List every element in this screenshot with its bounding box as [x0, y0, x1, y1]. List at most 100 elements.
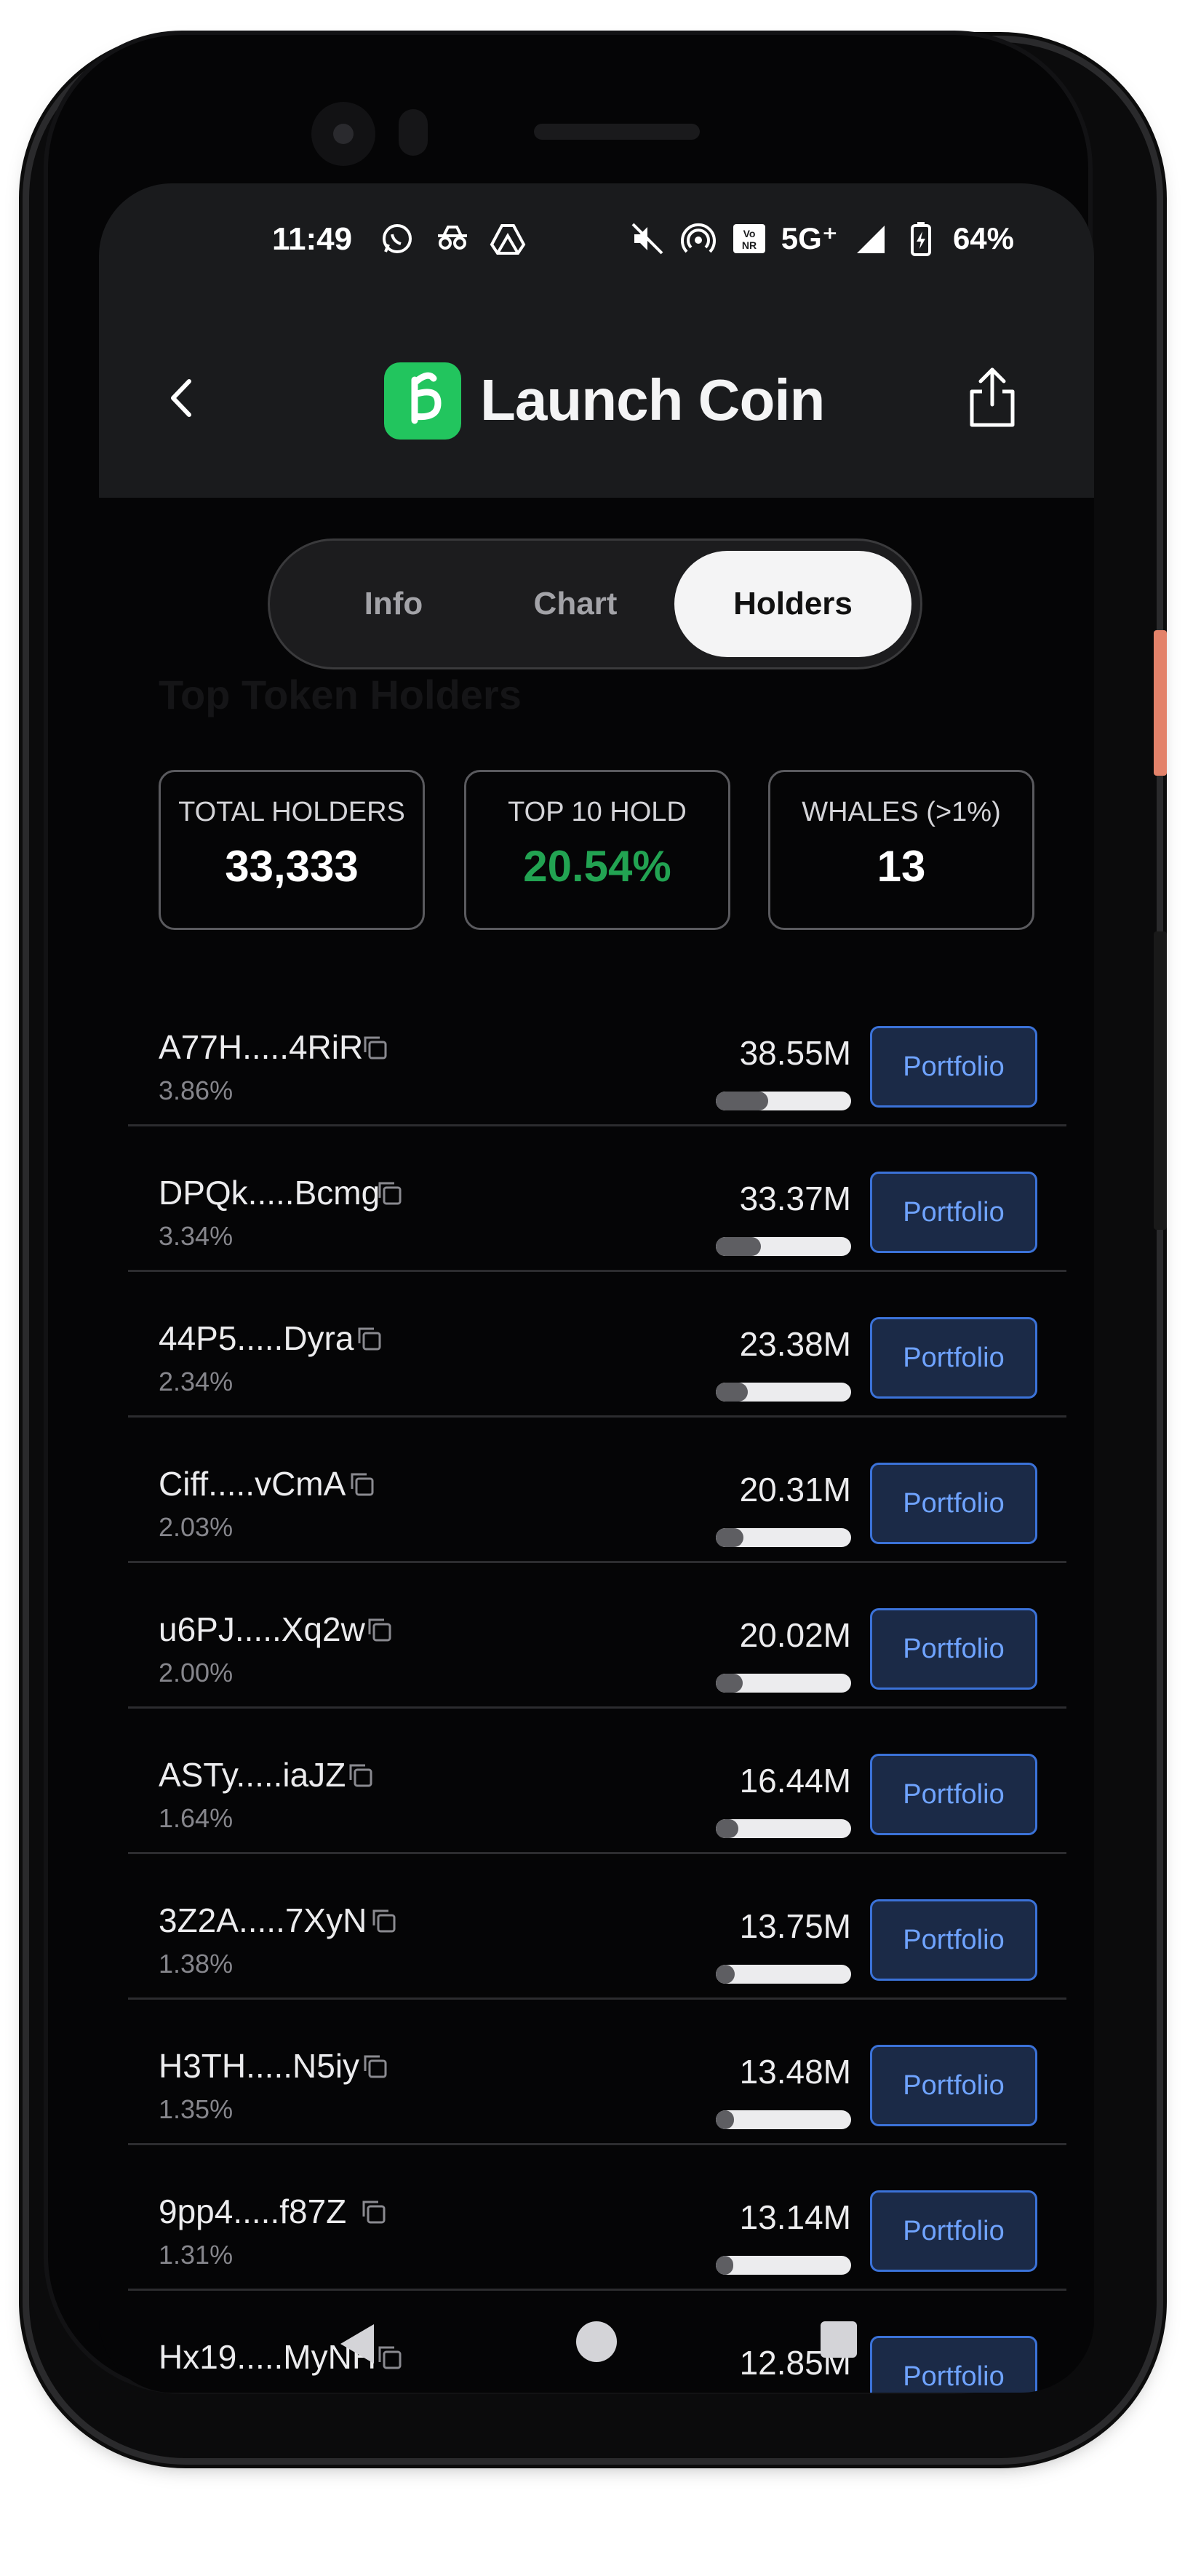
nav-home-icon[interactable]: [573, 2318, 620, 2365]
copy-icon[interactable]: [359, 1032, 391, 1064]
stat-whales: WHALES (>1%) 13: [768, 770, 1034, 930]
holding-bar: [716, 1237, 851, 1256]
status-time: 11:49: [272, 221, 353, 257]
holding-bar-fill: [716, 1237, 762, 1256]
signal-icon: [856, 226, 885, 253]
earpiece-speaker: [534, 124, 700, 140]
drive-icon: [490, 224, 526, 255]
holders-list: A77H.....4RiR 3.86% 38.55M Portfolio DPQk...…: [128, 981, 1066, 2393]
holder-row: ASTy.....iaJZ 1.64% 16.44M Portfolio: [128, 1709, 1066, 1854]
svg-text:Vo: Vo: [743, 228, 755, 239]
holder-address: 9pp4.....f87Z: [159, 2193, 347, 2230]
holder-amount: 13.75M: [739, 1907, 851, 1945]
stat-label: TOP 10 HOLD: [508, 797, 687, 827]
holder-row: A77H.....4RiR 3.86% 38.55M Portfolio: [128, 981, 1066, 1126]
stat-top10-hold: TOP 10 HOLD 20.54%: [464, 770, 730, 930]
holding-bar-fill: [716, 1674, 743, 1693]
holding-bar: [716, 1528, 851, 1547]
portfolio-button[interactable]: Portfolio: [870, 1172, 1037, 1253]
nav-back-icon[interactable]: [333, 2318, 384, 2369]
copy-icon[interactable]: [364, 1614, 396, 1646]
portfolio-button[interactable]: Portfolio: [870, 1026, 1037, 1108]
copy-icon[interactable]: [358, 2196, 390, 2228]
holding-bar-fill: [716, 1383, 748, 1402]
holder-address: DPQk.....Bcmg: [159, 1174, 380, 1212]
nav-recents-icon[interactable]: [818, 2318, 860, 2361]
tab-info[interactable]: Info: [314, 551, 474, 657]
stat-total-holders: TOTAL HOLDERS 33,333: [159, 770, 425, 930]
tab-holders[interactable]: Holders: [674, 551, 911, 657]
svg-text:NR: NR: [742, 239, 757, 251]
holding-bar-fill: [716, 2256, 734, 2275]
holder-amount: 13.14M: [739, 2198, 851, 2236]
holder-percent: 2.03%: [159, 1512, 234, 1542]
holder-percent: 3.34%: [159, 1221, 234, 1251]
holder-address: 3Z2A.....7XyN: [159, 1901, 367, 1939]
holder-percent: 1.31%: [159, 2240, 234, 2270]
mute-icon: [631, 223, 663, 255]
side-button: [1154, 931, 1167, 1230]
holder-amount: 38.55M: [739, 1034, 851, 1072]
portfolio-button[interactable]: Portfolio: [870, 2190, 1037, 2272]
holder-address: ASTy.....iaJZ: [159, 1756, 346, 1794]
copy-icon[interactable]: [368, 1905, 400, 1937]
holding-bar: [716, 1092, 851, 1110]
holding-bar-fill: [716, 1528, 743, 1547]
app-header: Launch Coin: [99, 300, 1094, 498]
incognito-icon: [438, 226, 467, 250]
system-nav-bar: [99, 2308, 1094, 2393]
copy-icon[interactable]: [345, 1760, 377, 1792]
copy-icon[interactable]: [374, 1177, 406, 1209]
holding-bar: [716, 1965, 851, 1984]
holding-bar: [716, 1819, 851, 1838]
holder-row: u6PJ.....Xq2w 2.00% 20.02M Portfolio: [128, 1563, 1066, 1709]
back-arrow-icon[interactable]: [157, 373, 208, 424]
holding-bar: [716, 2110, 851, 2129]
front-camera: [311, 102, 375, 166]
holding-bar: [716, 2256, 851, 2275]
holder-percent: 2.34%: [159, 1367, 234, 1396]
side-button-orange: [1154, 630, 1167, 776]
portfolio-button[interactable]: Portfolio: [870, 1899, 1037, 1981]
copy-icon[interactable]: [346, 1468, 378, 1500]
stat-label: TOTAL HOLDERS: [178, 797, 405, 827]
whatsapp-icon: [383, 224, 412, 253]
portfolio-button[interactable]: Portfolio: [870, 1608, 1037, 1690]
holder-row: DPQk.....Bcmg 3.34% 33.37M Portfolio: [128, 1126, 1066, 1272]
copy-icon[interactable]: [359, 2051, 391, 2083]
holder-row: Ciff.....vCmA 2.03% 20.31M Portfolio: [128, 1418, 1066, 1563]
hotspot-icon: [680, 223, 716, 253]
holder-address: A77H.....4RiR: [159, 1028, 364, 1066]
stat-value: 13: [877, 842, 926, 891]
portfolio-button[interactable]: Portfolio: [870, 2045, 1037, 2126]
stat-value: 20.54%: [523, 842, 671, 891]
proximity-sensor: [399, 109, 428, 156]
portfolio-button[interactable]: Portfolio: [870, 1317, 1037, 1399]
holder-address: 44P5.....Dyra: [159, 1319, 354, 1357]
holding-bar-fill: [716, 1819, 738, 1838]
holding-bar-fill: [716, 2110, 735, 2129]
portfolio-button[interactable]: Portfolio: [870, 1754, 1037, 1835]
holding-bar-fill: [716, 1092, 768, 1110]
network-type: 5G⁺: [781, 221, 838, 255]
holder-amount: 23.38M: [739, 1325, 851, 1363]
copy-icon[interactable]: [354, 1323, 386, 1355]
portfolio-button[interactable]: Portfolio: [870, 1463, 1037, 1544]
holder-amount: 20.31M: [739, 1471, 851, 1508]
holder-row: H3TH.....N5iy 1.35% 13.48M Portfolio: [128, 2000, 1066, 2145]
holder-percent: 1.35%: [159, 2094, 234, 2124]
holder-percent: 3.86%: [159, 1076, 234, 1105]
holding-bar: [716, 1674, 851, 1693]
holder-amount: 13.48M: [739, 2053, 851, 2091]
tab-chart[interactable]: Chart: [495, 551, 655, 657]
holder-address: H3TH.....N5iy: [159, 2047, 360, 2085]
holder-percent: 1.38%: [159, 1949, 234, 1979]
share-icon[interactable]: [963, 364, 1021, 431]
page-title: Launch Coin: [480, 367, 825, 432]
tab-bar: Info Chart Holders: [268, 538, 922, 669]
status-right-icons: Vo NR 5G⁺ 64%: [629, 220, 1014, 258]
coin-logo-icon: [411, 372, 442, 424]
battery-icon: [910, 222, 931, 256]
holder-percent: 1.64%: [159, 1803, 234, 1833]
holder-row: 9pp4.....f87Z 1.31% 13.14M Portfolio: [128, 2145, 1066, 2291]
